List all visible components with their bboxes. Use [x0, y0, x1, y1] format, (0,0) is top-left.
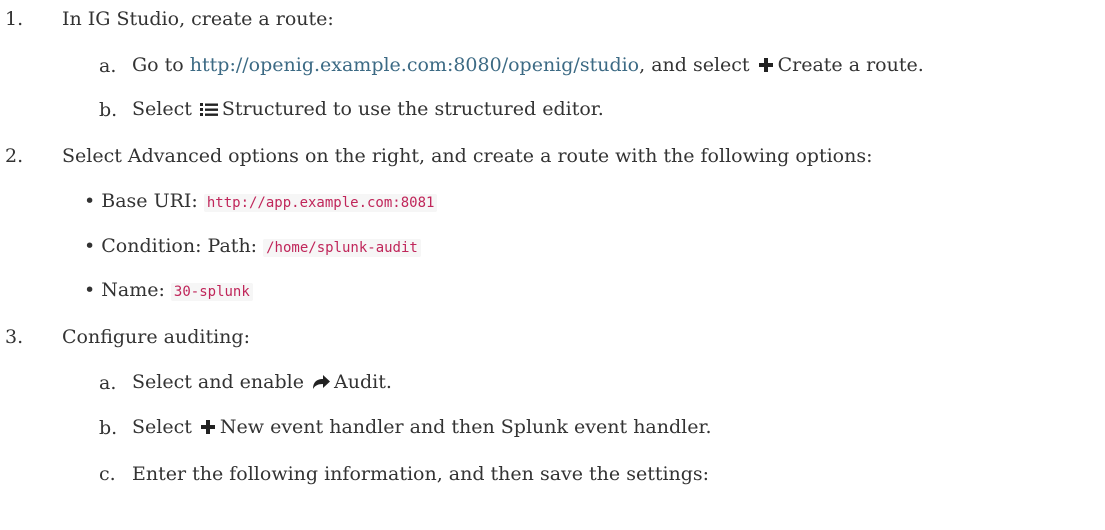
bullet-label: Condition: Path: — [101, 235, 264, 257]
bullet-label: Base URI: — [101, 190, 204, 212]
bullet-label: Name: — [101, 279, 171, 301]
substep-letter: a. — [99, 55, 117, 77]
substep-text: Go to http://openig.example.com:8080/ope… — [132, 52, 924, 81]
substep-text-pre: Select — [132, 415, 198, 438]
substep-text-pre: Go to — [132, 53, 190, 76]
plus-icon — [757, 55, 775, 81]
code-route-name: 30-splunk — [170, 283, 253, 301]
substep-text: Select and enable Audit. — [132, 369, 392, 398]
bullet-char: • — [84, 190, 96, 212]
step-number: 2. — [5, 145, 24, 167]
substep-letter: b. — [99, 417, 118, 439]
list-icon — [199, 99, 219, 125]
substep-text-post: Audit. — [334, 370, 392, 393]
document-procedure: 1. In IG Studio, create a route: a. Go t… — [0, 0, 1105, 530]
code-condition-path: /home/splunk-audit — [263, 239, 421, 257]
substep-letter: c. — [99, 463, 116, 485]
step-number: 1. — [5, 8, 24, 30]
substep-letter: a. — [99, 372, 117, 394]
substep-text-pre: Select and enable — [132, 370, 310, 393]
substep-text: Select Structured to use the structured … — [132, 96, 604, 125]
bullet-text: • Name: 30-splunk — [84, 277, 253, 305]
substep-text-post: Structured to use the structured editor. — [221, 97, 604, 120]
bullet-text: • Base URI: http://app.example.com:8081 — [84, 188, 438, 216]
substep-text-post: New event handler and then Splunk event … — [219, 415, 712, 438]
substep-text: Enter the following information, and the… — [132, 463, 710, 485]
studio-link[interactable]: http://openig.example.com:8080/openig/st… — [190, 54, 639, 76]
substep-text-post: Create a route. — [777, 53, 924, 76]
step-text: Select Advanced options on the right, an… — [62, 145, 873, 167]
plus-icon — [199, 417, 217, 443]
step-text: In IG Studio, create a route: — [62, 8, 334, 30]
code-base-uri: http://app.example.com:8081 — [203, 194, 438, 212]
bullet-char: • — [84, 279, 96, 301]
substep-letter: b. — [99, 99, 118, 121]
substep-text: Select New event handler and then Splunk… — [132, 414, 712, 443]
share-arrow-icon — [311, 372, 331, 398]
bullet-char: • — [84, 235, 96, 257]
substep-text-pre: Select — [132, 97, 198, 120]
bullet-text: • Condition: Path: /home/splunk-audit — [84, 233, 421, 261]
substep-text-mid: , and select — [639, 53, 756, 76]
step-number: 3. — [5, 326, 24, 348]
step-text: Configure auditing: — [62, 326, 250, 348]
